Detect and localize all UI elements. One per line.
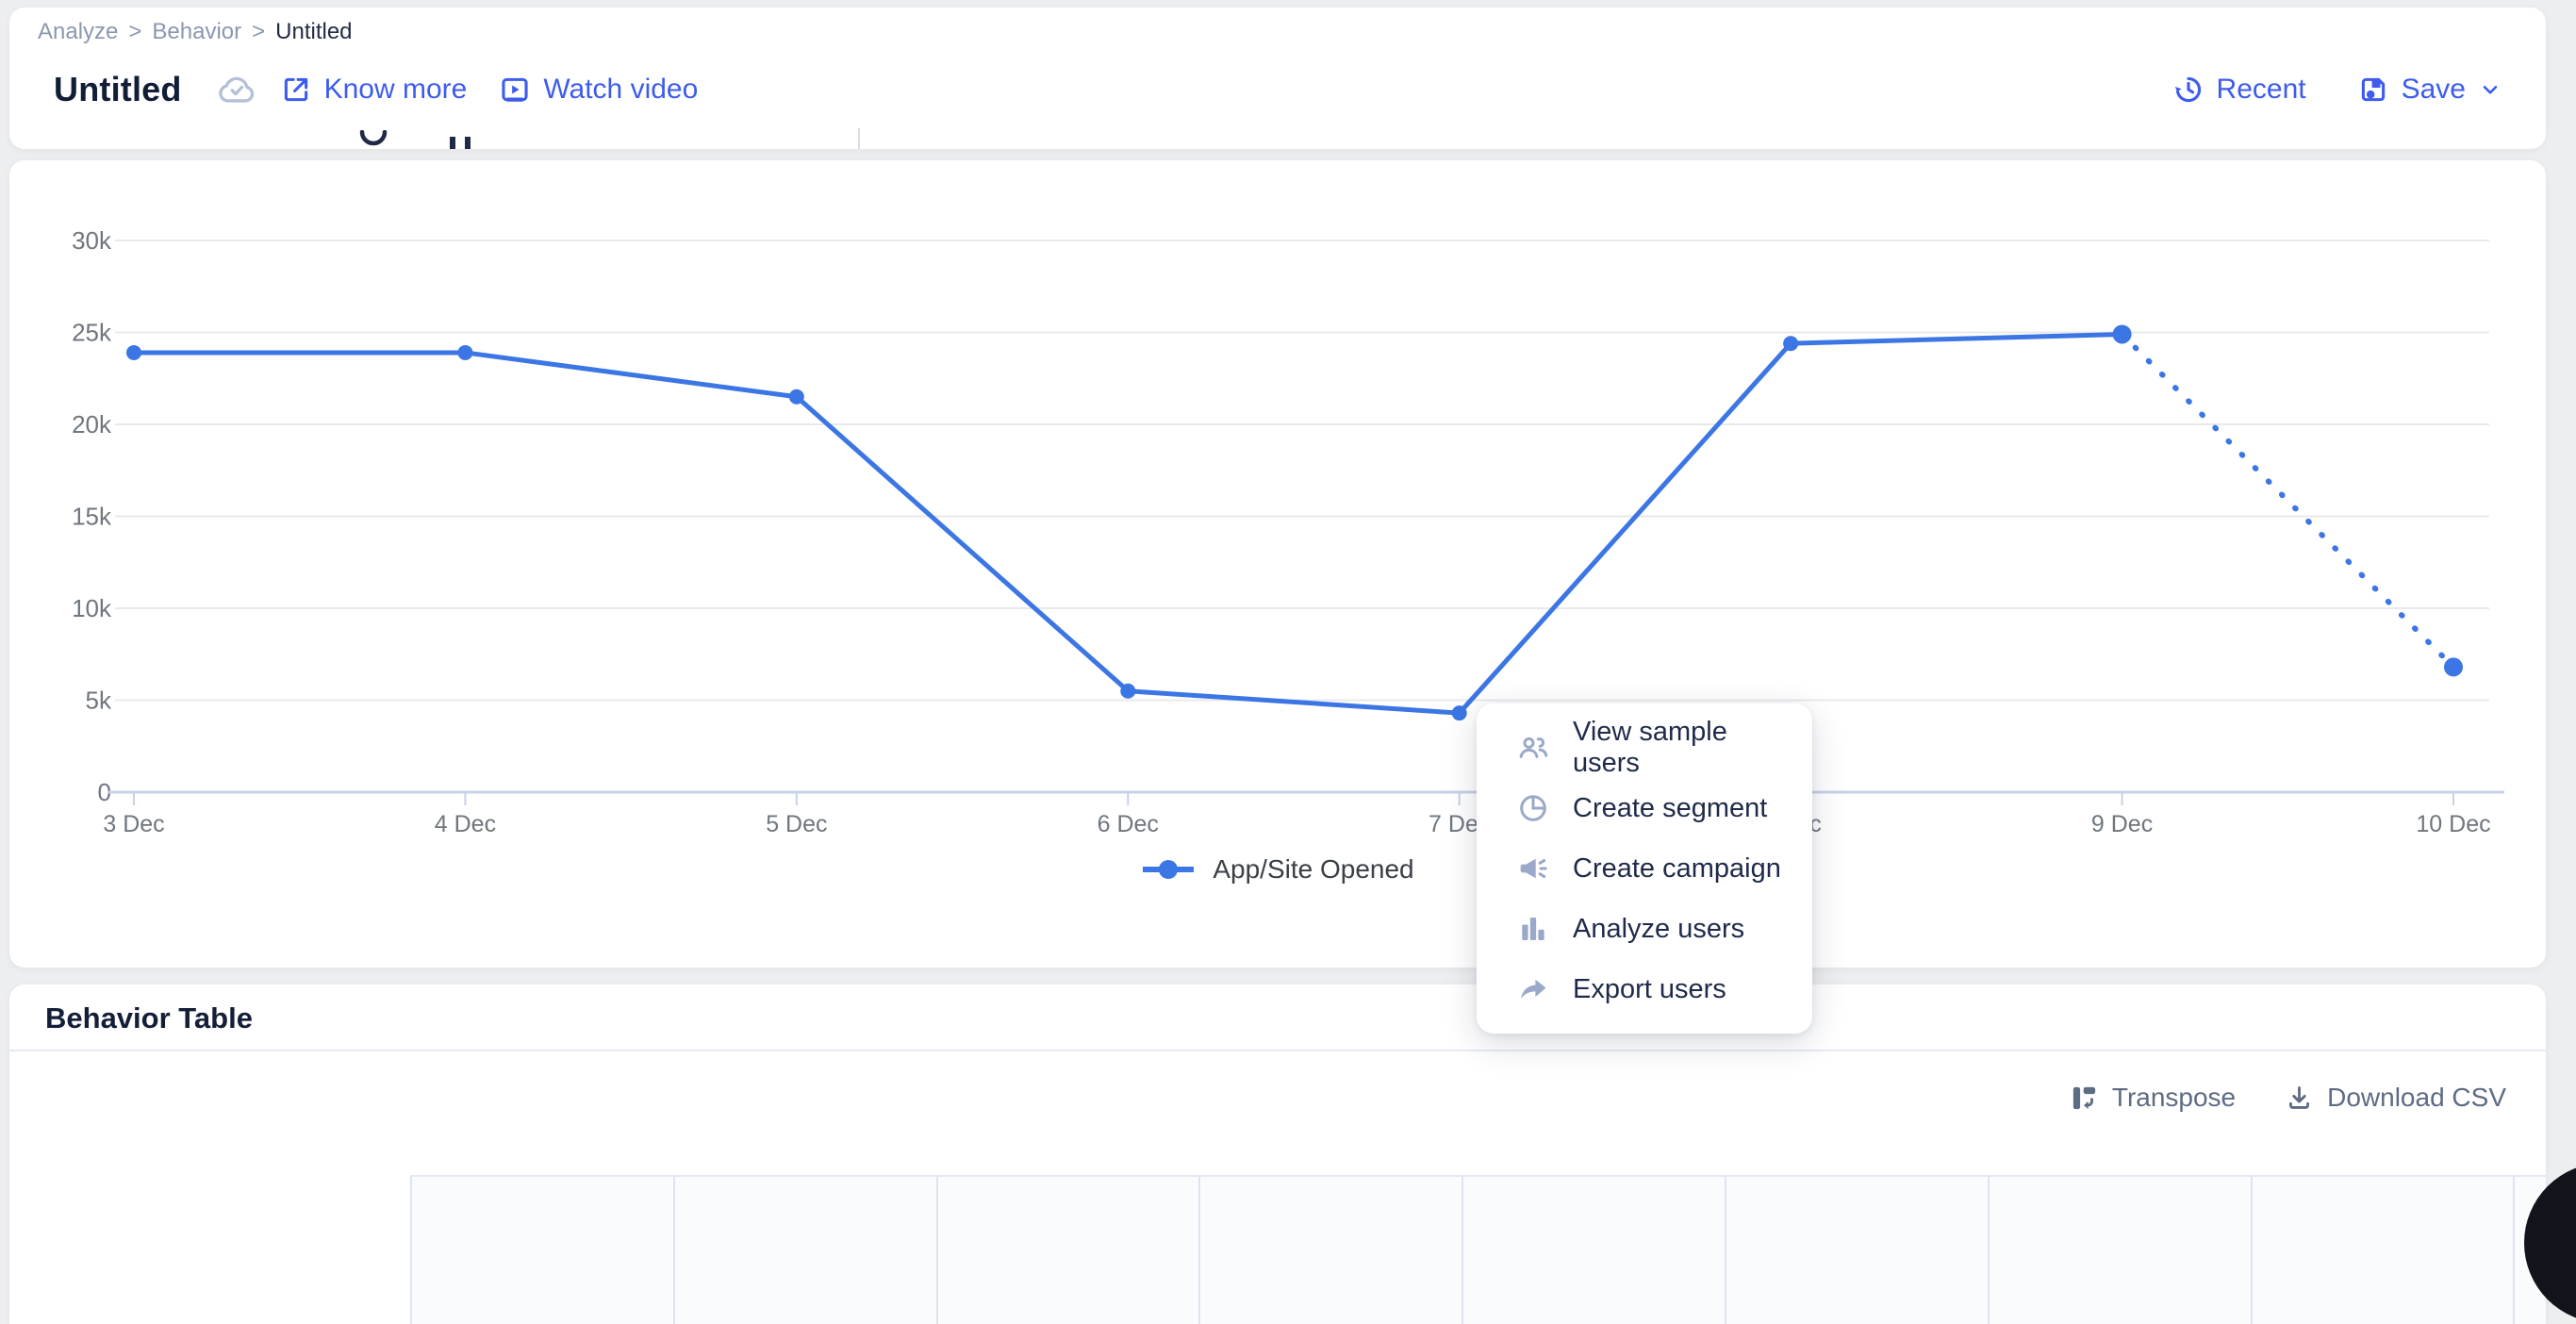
data-point-7-dec[interactable]: [1452, 705, 1467, 720]
table-column-border: [1988, 1177, 1990, 1324]
series-line-projected: [2122, 334, 2453, 667]
menu-item-create-campaign[interactable]: Create campaign: [1477, 838, 1812, 899]
table-column-border: [410, 1177, 412, 1324]
y-tick-label: 5k: [86, 687, 112, 715]
point-context-menu: View sample users Create segment Create ca…: [1477, 703, 1812, 1034]
page-header: Analyze > Behavior > Untitled Untitled Know …: [9, 8, 2546, 149]
recent-button[interactable]: Recent: [2172, 74, 2306, 106]
video-play-icon: [499, 74, 531, 106]
table-column-border: [673, 1177, 675, 1324]
breadcrumb-separator: >: [252, 19, 265, 45]
behavior-trend-chart[interactable]: 05k10k15k20k25k30k3 Dec4 Dec5 Dec6 Dec7 …: [9, 160, 2546, 852]
data-point-5-dec[interactable]: [789, 389, 804, 405]
know-more-link[interactable]: Know more: [280, 74, 468, 106]
header-actions: Recent Save: [2172, 58, 2502, 121]
data-point-8-dec[interactable]: [1783, 336, 1798, 351]
y-tick-label: 25k: [72, 319, 112, 347]
x-tick-label: 4 Dec: [435, 811, 496, 837]
export-icon: [1516, 972, 1550, 1006]
breadcrumb-item-untitled: Untitled: [275, 19, 352, 45]
watch-video-label: Watch video: [543, 74, 698, 106]
recent-label: Recent: [2217, 74, 2306, 106]
sync-status: [216, 69, 257, 110]
menu-item-label: Analyze users: [1573, 914, 1744, 945]
analyze-icon: [1516, 912, 1550, 946]
y-tick-label: 15k: [72, 503, 112, 531]
know-more-label: Know more: [324, 74, 468, 106]
chevron-down-icon: [2478, 77, 2502, 102]
clipped-glyph-stem: [465, 137, 471, 149]
menu-item-create-segment[interactable]: Create segment: [1477, 778, 1812, 838]
x-tick-label: 3 Dec: [103, 811, 164, 837]
y-tick-label: 30k: [72, 226, 112, 255]
users-icon: [1516, 731, 1550, 765]
breadcrumb-item-analyze[interactable]: Analyze: [38, 19, 118, 45]
menu-item-export-users[interactable]: Export users: [1477, 959, 1812, 1019]
save-label: Save: [2402, 74, 2466, 106]
menu-item-label: Export users: [1573, 974, 1726, 1005]
clipped-column-divider: [858, 128, 860, 149]
watch-video-link[interactable]: Watch video: [499, 74, 698, 106]
y-tick-label: 20k: [72, 410, 112, 439]
download-icon: [2285, 1084, 2314, 1113]
behavior-table-card: Behavior Table Transpose Download CSV: [9, 985, 2546, 1324]
download-csv-button[interactable]: Download CSV: [2285, 1083, 2506, 1113]
menu-item-label: View sample users: [1573, 717, 1790, 779]
behavior-table-title: Behavior Table: [45, 1001, 253, 1035]
history-icon: [2172, 74, 2204, 106]
data-point-10-dec[interactable]: [2444, 657, 2463, 676]
data-point-9-dec[interactable]: [2113, 324, 2132, 343]
transpose-label: Transpose: [2112, 1083, 2236, 1113]
external-link-icon: [280, 74, 312, 106]
menu-item-view-sample-users[interactable]: View sample users: [1477, 718, 1812, 778]
y-tick-label: 10k: [72, 594, 112, 622]
table-column-border: [1725, 1177, 1726, 1324]
table-actions: Transpose Download CSV: [2070, 1083, 2506, 1113]
transpose-button[interactable]: Transpose: [2070, 1083, 2236, 1113]
title-row: Untitled Know more Watch video: [54, 58, 698, 121]
transpose-icon: [2070, 1084, 2099, 1113]
clipped-glyph-stem: [450, 137, 455, 149]
table-column-border: [936, 1177, 938, 1324]
data-point-4-dec[interactable]: [457, 345, 472, 360]
download-csv-label: Download CSV: [2327, 1083, 2506, 1113]
menu-item-label: Create campaign: [1573, 853, 1781, 885]
x-tick-label: 6 Dec: [1098, 811, 1159, 837]
save-button[interactable]: Save: [2357, 74, 2502, 106]
page-title[interactable]: Untitled: [54, 70, 182, 109]
segment-icon: [1516, 791, 1550, 825]
table-column-border: [2251, 1177, 2253, 1324]
x-tick-label: 10 Dec: [2416, 811, 2490, 837]
data-point-6-dec[interactable]: [1120, 684, 1135, 699]
legend-marker-icon: [1141, 857, 1196, 882]
breadcrumb-separator: >: [128, 19, 141, 45]
series-line: [134, 334, 2122, 713]
header-links: Know more Watch video: [257, 74, 699, 106]
x-tick-label: 5 Dec: [766, 811, 827, 837]
menu-item-analyze-users[interactable]: Analyze users: [1477, 899, 1812, 959]
table-column-border: [1461, 1177, 1463, 1324]
save-icon: [2357, 74, 2389, 106]
legend-item[interactable]: App/Site Opened: [9, 854, 2546, 885]
cloud-check-icon: [216, 69, 257, 110]
table-column-border: [2513, 1177, 2515, 1324]
section-divider: [9, 1050, 2546, 1051]
table-column-border: [1198, 1177, 1200, 1324]
breadcrumb-item-behavior[interactable]: Behavior: [152, 19, 241, 45]
legend-label: App/Site Opened: [1213, 854, 1413, 885]
menu-item-label: Create segment: [1573, 793, 1767, 824]
campaign-icon: [1516, 852, 1550, 885]
clipped-glyph-arc: [359, 130, 388, 147]
trend-chart-card: 05k10k15k20k25k30k3 Dec4 Dec5 Dec6 Dec7 …: [9, 160, 2546, 968]
x-tick-label: 9 Dec: [2091, 811, 2153, 837]
data-point-3-dec[interactable]: [126, 345, 141, 360]
breadcrumb: Analyze > Behavior > Untitled: [38, 19, 353, 45]
